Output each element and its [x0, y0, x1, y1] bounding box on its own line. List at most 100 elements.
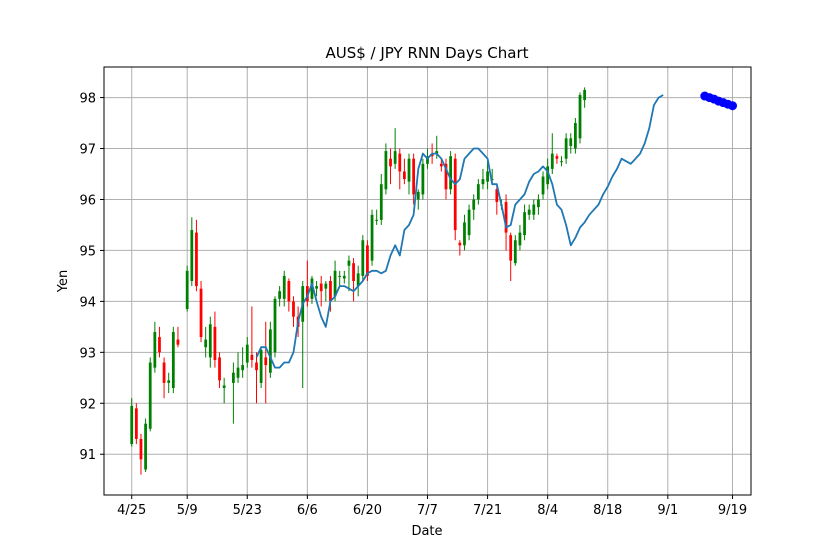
candle-body — [213, 326, 217, 360]
candle-body — [236, 367, 240, 378]
candle-body — [167, 380, 171, 383]
candle-body — [176, 339, 180, 345]
candle-body — [199, 288, 203, 338]
candle-body — [195, 232, 198, 287]
candle-body — [541, 176, 545, 195]
candle-body — [250, 354, 254, 360]
candle-body — [476, 184, 480, 200]
candle-body — [403, 171, 406, 180]
candle-body — [421, 163, 425, 195]
candle-body — [472, 199, 476, 210]
figure-background — [0, 0, 834, 556]
x-tick-label: 7/21 — [473, 503, 502, 518]
x-axis-label: Date — [411, 524, 442, 539]
candle-body — [315, 286, 318, 289]
candle-body — [564, 138, 568, 159]
candle-body — [185, 270, 189, 310]
chart-title: AUS$ / JPY RNN Days Chart — [325, 44, 528, 62]
candle-body — [162, 362, 166, 383]
candle-body — [130, 405, 134, 445]
candle-body — [412, 158, 416, 195]
candle-body — [439, 163, 443, 167]
candle-body — [393, 151, 397, 164]
y-tick-label: 94 — [79, 295, 96, 310]
candle-body — [370, 214, 374, 261]
candle-body — [278, 291, 282, 299]
candle-body — [158, 337, 161, 353]
y-tick-label: 98 — [79, 92, 96, 107]
candle-body — [287, 281, 291, 302]
candle-body — [527, 209, 531, 215]
candle-body — [255, 362, 258, 371]
candle-body — [208, 324, 212, 358]
forecast-point — [728, 101, 738, 111]
candle-body — [264, 357, 268, 366]
candle-body — [273, 298, 277, 353]
candle-body — [292, 301, 295, 317]
y-tick-label: 93 — [79, 346, 96, 361]
candle-body — [139, 438, 143, 460]
candle-body — [481, 179, 485, 185]
x-tick-label: 6/6 — [297, 503, 318, 518]
candle-body — [518, 232, 522, 246]
candle-body — [245, 344, 249, 363]
candle-body — [153, 331, 157, 368]
candle-body — [560, 161, 563, 163]
candle-body — [384, 151, 388, 190]
candle-body — [583, 89, 587, 101]
x-tick-label: 8/18 — [593, 503, 622, 518]
candle-body — [347, 260, 351, 266]
candle-body — [555, 156, 559, 159]
x-tick-label: 7/7 — [417, 503, 438, 518]
x-tick-label: 9/19 — [718, 503, 747, 518]
x-tick-label: 4/25 — [117, 503, 146, 518]
candle-body — [453, 158, 457, 231]
candle-body — [148, 362, 152, 429]
candle-body — [532, 204, 536, 215]
candle-body — [578, 95, 582, 139]
candle-body — [458, 242, 462, 246]
chart-figure: AUS$ / JPY RNN Days Chart 4/25 5/9 5/23 6/6… — [0, 0, 834, 556]
candle-body — [338, 275, 342, 277]
candle-body — [204, 339, 208, 348]
x-tick-label: 5/23 — [233, 503, 262, 518]
candle-body — [449, 156, 452, 190]
candle-body — [190, 230, 194, 281]
candle-body — [486, 171, 489, 182]
candle-body — [352, 263, 355, 281]
y-tick-label: 91 — [79, 448, 96, 463]
candle-body — [241, 365, 245, 371]
candle-body — [398, 153, 402, 172]
candle-body — [389, 158, 392, 167]
candle-body — [218, 357, 221, 381]
candle-body — [375, 219, 379, 221]
candle-body — [282, 275, 286, 299]
candle-body — [573, 123, 577, 149]
candle-body — [329, 281, 332, 302]
candle-body — [416, 191, 420, 200]
candle-body — [134, 408, 138, 439]
candle-body — [467, 209, 471, 236]
candle-body — [232, 372, 235, 383]
candle-body — [259, 349, 263, 383]
y-tick-label: 92 — [79, 397, 96, 412]
y-tick-label: 96 — [79, 193, 96, 208]
candle-body — [268, 329, 272, 373]
x-tick-label: 8/4 — [537, 503, 558, 518]
y-axis-label: Yen — [56, 270, 71, 293]
candle-body — [361, 240, 365, 276]
candle-body — [463, 222, 466, 246]
candle-body — [379, 184, 383, 220]
candle-body — [171, 331, 175, 388]
candle-body — [144, 423, 147, 470]
candle-body — [319, 283, 323, 292]
candle-body — [523, 212, 526, 236]
candle-body — [366, 245, 369, 276]
candle-body — [407, 158, 411, 182]
candle-body — [509, 235, 513, 261]
candle-body — [324, 283, 328, 289]
y-tick-label: 95 — [79, 244, 96, 259]
y-tick-label: 97 — [79, 143, 96, 158]
x-tick-label: 5/9 — [177, 503, 198, 518]
x-tick-label: 9/1 — [657, 503, 678, 518]
